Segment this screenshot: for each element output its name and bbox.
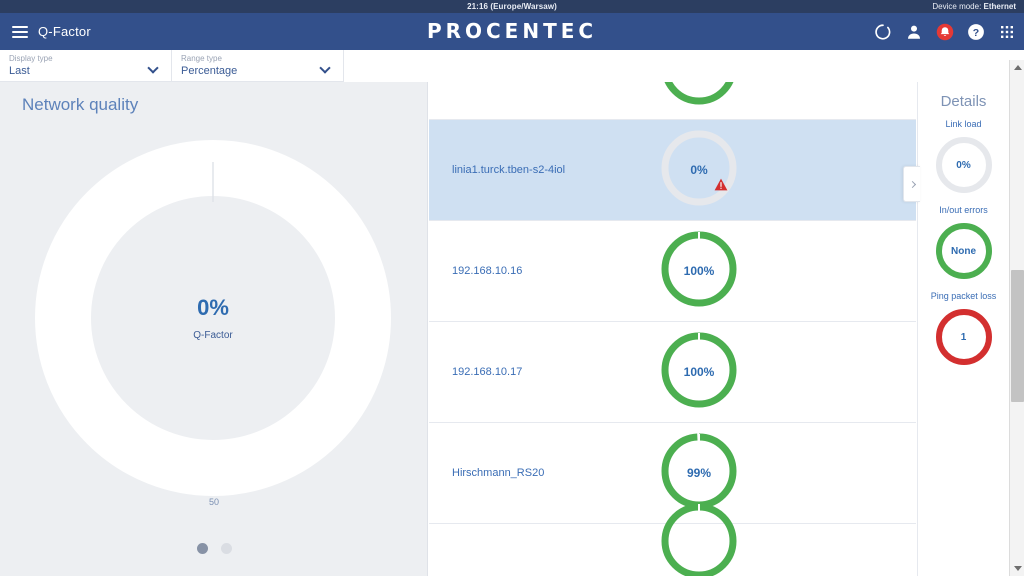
device-qfactor-value: 100%	[683, 365, 715, 379]
display-type-dropdown[interactable]: Display type Last	[0, 50, 172, 82]
network-quality-value: 0%	[197, 295, 229, 320]
device-qfactor-donut: 100%	[657, 227, 741, 316]
gauge-scale-label: 50	[208, 497, 219, 507]
apps-grid-icon[interactable]	[998, 23, 1016, 41]
device-qfactor-cell: 100%	[639, 328, 759, 417]
network-quality-center: 0% Q-Factor	[34, 139, 392, 497]
filter-bar: Display type Last Range type Percentage	[0, 50, 344, 82]
link-load-label: Link load	[945, 119, 982, 129]
warning-triangle-icon	[714, 178, 728, 191]
link-load-value: 0%	[956, 159, 971, 171]
range-type-dropdown[interactable]: Range type Percentage	[172, 50, 344, 82]
inout-errors-label: In/out errors	[939, 205, 988, 215]
scroll-down-arrow-icon[interactable]	[1010, 561, 1024, 576]
network-quality-panel: Network quality 0% Q-Factor 50	[0, 82, 428, 576]
ping-packet-loss-label: Ping packet loss	[930, 291, 997, 301]
network-quality-title: Network quality	[22, 95, 139, 114]
scrollbar-thumb[interactable]	[1011, 270, 1024, 402]
power-icon[interactable]	[874, 23, 892, 41]
display-type-label: Display type	[9, 54, 53, 63]
clock-label: 21:16 (Europe/Warsaw)	[467, 2, 557, 11]
notification-bell-icon[interactable]	[936, 23, 954, 41]
device-qfactor-cell: 100%	[639, 227, 759, 316]
hamburger-menu-icon[interactable]	[12, 25, 28, 38]
table-row[interactable]: system2.sts 100%	[429, 82, 916, 120]
brand-logo: PROCENTEC	[426, 19, 598, 43]
vertical-scrollbar[interactable]	[1009, 60, 1024, 576]
device-qfactor-donut	[657, 499, 741, 576]
scroll-up-arrow-icon[interactable]	[1010, 60, 1024, 75]
ping-packet-loss-donut: 1	[918, 306, 1009, 368]
filter-bar-filler	[344, 50, 1024, 82]
device-mode-value: Ethernet	[983, 2, 1016, 11]
range-type-label: Range type	[181, 54, 222, 63]
device-name: linia1.turck.tben-s2-4iol	[452, 164, 566, 176]
device-qfactor-value: 0%	[690, 163, 708, 177]
link-load-donut: 0%	[918, 134, 1009, 196]
table-row[interactable]	[429, 503, 916, 576]
device-qfactor-value	[657, 499, 741, 576]
display-type-value: Last	[9, 65, 30, 77]
details-panel: Details Link load 0% In/out errors None …	[917, 82, 1009, 576]
status-bar: 21:16 (Europe/Warsaw) Device mode: Ether…	[0, 0, 1024, 13]
app-header: Q-Factor PROCENTEC ?	[0, 13, 1024, 50]
chevron-right-icon	[908, 180, 916, 188]
app-header-icons: ?	[874, 13, 1016, 50]
device-qfactor-donut: 0%	[657, 126, 741, 215]
help-icon[interactable]: ?	[967, 23, 985, 41]
device-list[interactable]: system2.sts 100% linia1.turck.tben-s2-4i…	[429, 82, 916, 576]
carousel-pagination	[0, 543, 428, 554]
device-name: 192.168.10.16	[452, 265, 523, 277]
details-title: Details	[940, 93, 987, 110]
range-type-value: Percentage	[181, 65, 238, 77]
device-mode: Device mode: Ethernet	[932, 0, 1016, 13]
inout-errors-donut: None	[918, 220, 1009, 282]
table-row[interactable]: 192.168.10.17 100%	[429, 322, 916, 423]
ping-packet-loss-value: 1	[960, 331, 967, 343]
device-mode-label: Device mode:	[932, 2, 982, 11]
user-icon[interactable]	[905, 23, 923, 41]
expand-details-button[interactable]	[903, 166, 920, 202]
network-quality-caption: Q-Factor	[193, 330, 233, 341]
device-name: Hirschmann_RS20	[452, 467, 545, 479]
table-row[interactable]: 192.168.10.16 100%	[429, 221, 916, 322]
device-name: 192.168.10.17	[452, 366, 523, 378]
carousel-dot-2[interactable]	[220, 543, 232, 554]
device-qfactor-cell: 100%	[639, 82, 759, 114]
device-qfactor-value: 100%	[657, 82, 741, 114]
carousel-dot-1[interactable]	[196, 543, 208, 554]
device-qfactor-cell: 0%	[639, 126, 759, 215]
device-qfactor-donut: 100%	[657, 328, 741, 417]
device-qfactor-donut: 100%	[657, 82, 741, 114]
inout-errors-value: None	[951, 245, 976, 257]
svg-text:?: ?	[973, 26, 979, 38]
network-quality-gauge: 0% Q-Factor	[34, 139, 392, 497]
device-qfactor-value: 100%	[683, 264, 715, 278]
table-row[interactable]: linia1.turck.tben-s2-4iol 0%	[429, 120, 916, 221]
device-qfactor-cell	[639, 499, 759, 576]
page-title: Q-Factor	[38, 24, 91, 39]
